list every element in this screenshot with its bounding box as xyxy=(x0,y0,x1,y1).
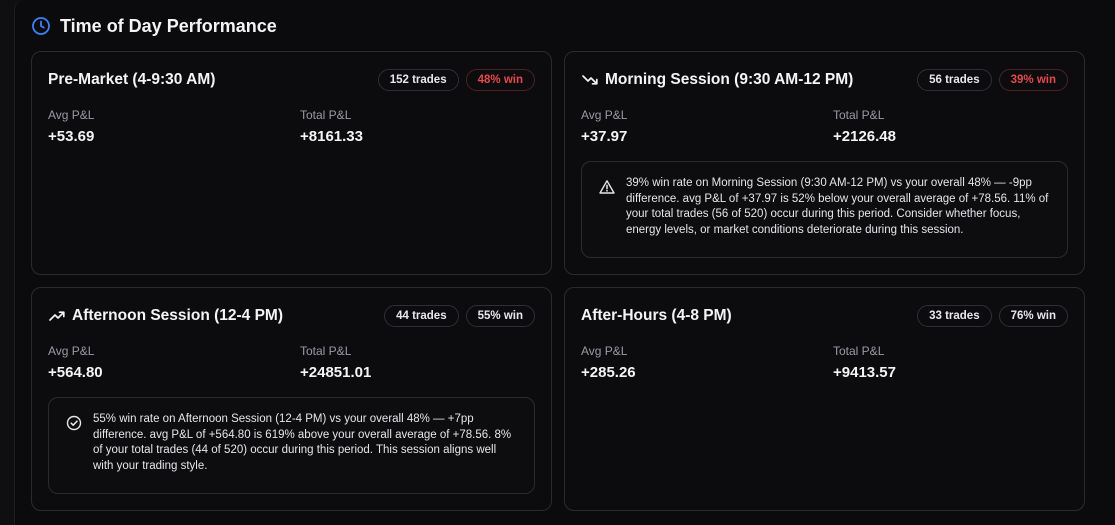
total-pnl-label: Total P&L xyxy=(833,108,885,122)
insight-text: 39% win rate on Morning Session (9:30 AM… xyxy=(626,177,1049,236)
session-title: Pre-Market (4-9:30 AM) xyxy=(48,71,216,88)
session-card-after-hours: After-Hours (4-8 PM) 33 trades 76% win A… xyxy=(564,287,1085,511)
total-pnl-metric: Total P&L +9413.57 xyxy=(833,344,896,382)
total-pnl-value: +9413.57 xyxy=(833,364,896,381)
warning-icon xyxy=(599,180,615,194)
total-pnl-value: +24851.01 xyxy=(300,364,372,381)
avg-pnl-value: +37.97 xyxy=(581,128,628,145)
trades-badge: 33 trades xyxy=(917,305,992,327)
check-circle-icon xyxy=(66,415,82,431)
session-title: Afternoon Session (12-4 PM) xyxy=(72,307,283,324)
insight-text: 55% win rate on Afternoon Session (12-4 … xyxy=(93,413,512,472)
avg-pnl-value: +285.26 xyxy=(581,364,636,381)
avg-pnl-metric: Avg P&L +53.69 xyxy=(48,108,94,146)
panel-title: Time of Day Performance xyxy=(60,15,277,36)
trending-down-icon xyxy=(582,75,598,85)
trades-badge: 152 trades xyxy=(377,69,459,91)
insight-box: 55% win rate on Afternoon Session (12-4 … xyxy=(48,397,535,494)
session-card-morning: Morning Session (9:30 AM-12 PM) 56 trade… xyxy=(564,51,1085,275)
session-card-afternoon: Afternoon Session (12-4 PM) 44 trades 55… xyxy=(31,287,552,511)
avg-pnl-value: +564.80 xyxy=(48,364,103,381)
trades-badge: 44 trades xyxy=(384,305,459,327)
avg-pnl-value: +53.69 xyxy=(48,128,95,145)
avg-pnl-label: Avg P&L xyxy=(581,344,628,358)
win-rate-badge: 55% win xyxy=(465,305,535,327)
avg-pnl-label: Avg P&L xyxy=(581,108,628,122)
clock-icon xyxy=(32,17,50,35)
total-pnl-metric: Total P&L +8161.33 xyxy=(300,108,363,146)
insight-box: 39% win rate on Morning Session (9:30 AM… xyxy=(581,161,1068,258)
win-rate-badge: 48% win xyxy=(465,69,535,91)
win-rate-badge: 39% win xyxy=(998,69,1068,91)
total-pnl-value: +8161.33 xyxy=(300,128,363,145)
trending-up-icon xyxy=(49,311,65,321)
avg-pnl-label: Avg P&L xyxy=(48,108,95,122)
total-pnl-label: Total P&L xyxy=(833,344,885,358)
session-title: Morning Session (9:30 AM-12 PM) xyxy=(605,71,854,88)
total-pnl-label: Total P&L xyxy=(300,344,352,358)
win-rate-badge: 76% win xyxy=(998,305,1068,327)
panel-header: Time of Day Performance xyxy=(31,14,277,38)
total-pnl-label: Total P&L xyxy=(300,108,352,122)
total-pnl-metric: Total P&L +2126.48 xyxy=(833,108,896,146)
avg-pnl-metric: Avg P&L +285.26 xyxy=(581,344,636,382)
time-of-day-panel: Time of Day Performance Pre-Market (4-9:… xyxy=(14,0,1115,525)
session-title: After-Hours (4-8 PM) xyxy=(581,307,732,324)
avg-pnl-label: Avg P&L xyxy=(48,344,95,358)
total-pnl-metric: Total P&L +24851.01 xyxy=(300,344,371,382)
avg-pnl-metric: Avg P&L +37.97 xyxy=(581,108,627,146)
session-card-pre-market: Pre-Market (4-9:30 AM) 152 trades 48% wi… xyxy=(31,51,552,275)
trades-badge: 56 trades xyxy=(917,69,992,91)
total-pnl-value: +2126.48 xyxy=(833,128,896,145)
avg-pnl-metric: Avg P&L +564.80 xyxy=(48,344,103,382)
